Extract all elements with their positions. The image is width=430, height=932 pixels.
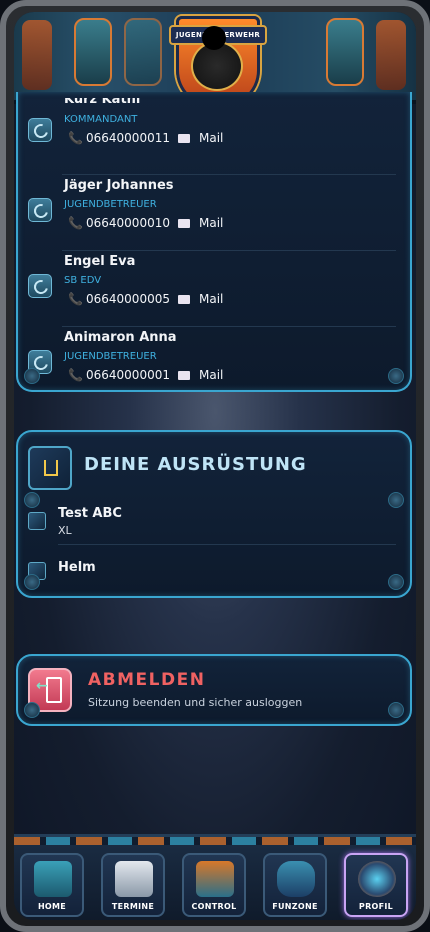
nav-control[interactable]: CONTROL [182, 853, 246, 917]
corner-rivet [388, 368, 404, 384]
contact-role: JUGENDBETREUER [64, 199, 157, 210]
nav-funzone[interactable]: FUNZONE [263, 853, 327, 917]
corner-rivet [24, 574, 40, 590]
equipment-item[interactable]: Helm [18, 560, 410, 606]
phone-icon: 📞 [68, 368, 83, 382]
logout-subtitle: Sitzung beenden und sicher ausloggen [88, 696, 303, 709]
phone-icon: 📞 [68, 292, 83, 306]
contact-phone[interactable]: 06640000001 [86, 368, 170, 382]
contact-name: Kurz Kathi [64, 92, 141, 107]
contact-name: Jäger Johannes [64, 178, 174, 193]
firefighter-illustration [74, 18, 112, 86]
mail-icon [178, 134, 190, 143]
nav-home[interactable]: HOME [20, 853, 84, 917]
nav-label: PROFIL [358, 902, 394, 911]
equipment-panel: DEINE AUSRÜSTUNG Test ABC XL Helm [16, 430, 412, 598]
phone-icon: 📞 [68, 216, 83, 230]
calendar-icon [115, 861, 153, 897]
item-size: XL [58, 524, 72, 537]
equipment-item[interactable]: Test ABC XL [18, 502, 410, 548]
nav-label: CONTROL [191, 902, 237, 911]
link-icon [28, 198, 52, 222]
corner-rivet [388, 574, 404, 590]
corner-rivet [388, 702, 404, 718]
contact-phone[interactable]: 06640000011 [86, 131, 170, 145]
nav-decoration [14, 837, 416, 845]
contact-mail-link[interactable]: Mail [199, 216, 223, 230]
nav-label: FUNZONE [272, 902, 318, 911]
contacts-panel: Kurz Kathi KOMMANDANT 📞 06640000011 Mail… [16, 92, 412, 392]
logout-button[interactable]: ABMELDEN Sitzung beenden und sicher ausl… [16, 654, 412, 726]
equipment-illustration [124, 18, 162, 86]
contact-role: JUGENDBETREUER [64, 351, 157, 362]
link-icon [28, 274, 52, 298]
equipment-icon [28, 446, 72, 490]
corner-rivet [24, 702, 40, 718]
contact-mail-link[interactable]: Mail [199, 292, 223, 306]
control-panel-icon [196, 861, 234, 897]
nav-profil[interactable]: PROFIL [344, 853, 408, 917]
nav-label: HOME [37, 902, 67, 911]
contact-role: KOMMANDANT [64, 114, 138, 125]
contact-name: Engel Eva [64, 254, 136, 269]
corner-rivet [388, 492, 404, 508]
contact-card[interactable]: Kurz Kathi KOMMANDANT 📞 06640000011 Mail [18, 98, 410, 174]
contact-card[interactable]: Animaron Anna JUGENDBETREUER 📞 066400000… [18, 326, 410, 406]
bottom-navigation: HOME TERMINE CONTROL FUNZONE PROFIL [14, 834, 416, 920]
hydrant-illustration [22, 20, 52, 90]
extinguisher-illustration [326, 18, 364, 86]
contact-name: Animaron Anna [64, 330, 177, 345]
item-name: Test ABC [58, 506, 122, 521]
contact-phone[interactable]: 06640000010 [86, 216, 170, 230]
nav-termine[interactable]: TERMINE [101, 853, 165, 917]
gamepad-icon [277, 861, 315, 897]
contact-mail-link[interactable]: Mail [199, 131, 223, 145]
profile-robot-icon [358, 861, 396, 897]
nav-label: TERMINE [111, 902, 155, 911]
mail-icon [178, 371, 190, 380]
contact-card[interactable]: Jäger Johannes JUGENDBETREUER 📞 06640000… [18, 174, 410, 254]
equipment-title: DEINE AUSRÜSTUNG [84, 454, 307, 475]
contact-card[interactable]: Engel Eva SB EDV 📞 06640000005 Mail [18, 250, 410, 330]
item-name: Helm [58, 560, 96, 575]
corner-rivet [24, 492, 40, 508]
item-icon [28, 512, 46, 530]
link-icon [28, 118, 52, 142]
axe-illustration [376, 20, 406, 90]
phone-icon: 📞 [68, 131, 83, 145]
logout-title: ABMELDEN [88, 670, 206, 690]
home-icon [34, 861, 72, 897]
contact-phone[interactable]: 06640000005 [86, 292, 170, 306]
contact-mail-link[interactable]: Mail [199, 368, 223, 382]
camera-notch [202, 26, 226, 50]
mail-icon [178, 295, 190, 304]
corner-rivet [24, 368, 40, 384]
divider [58, 544, 396, 545]
mail-icon [178, 219, 190, 228]
contact-role: SB EDV [64, 275, 102, 286]
app-screen: JUGENDFEUERWEHR Kurz Kathi KOMMANDANT 📞 … [14, 12, 416, 920]
